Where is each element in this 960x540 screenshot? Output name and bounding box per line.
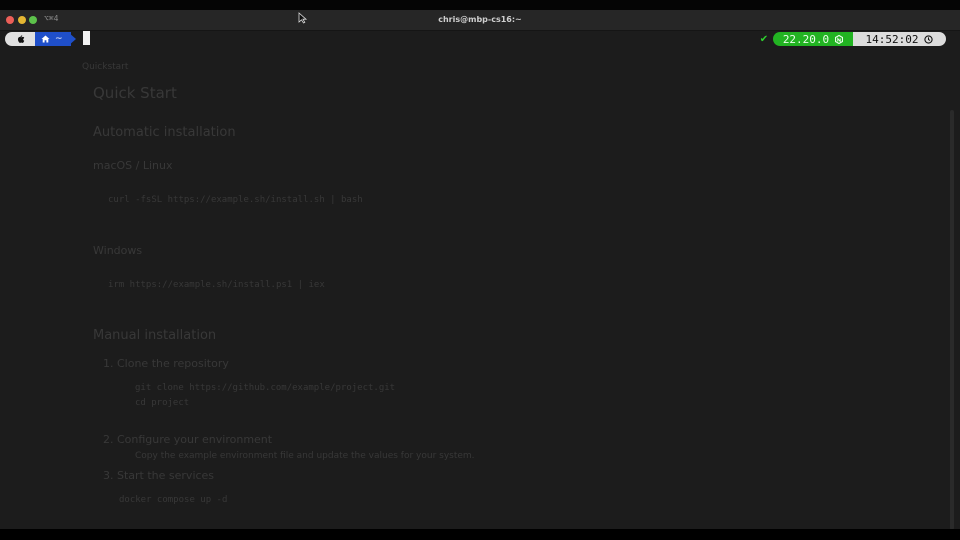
ghost-heading-win: Windows: [93, 244, 143, 257]
apple-icon: [17, 35, 24, 43]
ghost-heading-auto: Automatic installation: [93, 125, 236, 140]
success-check-icon: ✔: [759, 34, 769, 45]
os-segment: [5, 32, 35, 46]
ghost-step-2-a: Copy the example environment file and up…: [135, 451, 475, 461]
clock-icon: [924, 34, 934, 44]
directory-label: ~: [55, 34, 63, 44]
directory-segment: ~: [35, 32, 71, 46]
ghost-step-2: 2. Configure your environment: [103, 433, 273, 446]
segment-arrow: [68, 32, 76, 46]
node-version-segment: 22.20.0: [773, 32, 853, 46]
ghost-step-3-a: docker compose up -d: [119, 495, 228, 505]
title-bar[interactable]: ⌥⌘4 chris@mbp-cs16:~: [0, 10, 960, 31]
ghost-heading-mac: macOS / Linux: [93, 159, 173, 172]
clock-time: 14:52:02: [865, 32, 919, 46]
bottom-strip: [0, 529, 960, 540]
time-segment: 14:52:02: [853, 32, 946, 46]
ghost-cmd-win: irm https://example.sh/install.ps1 | iex: [108, 280, 325, 290]
prompt-line[interactable]: ~ ✔ 22.20.0 14:52:02: [0, 30, 960, 48]
window-title: chris@mbp-cs16:~: [438, 15, 522, 24]
ghost-title: Quick Start: [93, 84, 177, 102]
mouse-cursor-icon: [298, 12, 308, 24]
ghost-step-1: 1. Clone the repository: [103, 357, 229, 370]
ghost-step-3: 3. Start the services: [103, 469, 215, 482]
scrollbar[interactable]: [950, 110, 954, 529]
ghost-breadcrumb: Quickstart: [82, 62, 129, 72]
ghost-cmd-mac: curl -fsSL https://example.sh/install.sh…: [108, 195, 363, 205]
node-version: 22.20.0: [782, 32, 830, 46]
top-strip: [0, 0, 960, 10]
home-icon: [41, 35, 50, 43]
terminal-window[interactable]: ⌥⌘4 chris@mbp-cs16:~ ~ ✔ 22.20.0 14:52:0…: [0, 10, 960, 529]
ghost-step-1-b: cd project: [135, 398, 190, 408]
text-cursor[interactable]: [83, 31, 90, 45]
ghost-step-1-a: git clone https://github.com/example/pro…: [135, 383, 396, 393]
node-icon: [835, 34, 844, 44]
ghost-heading-manual: Manual installation: [93, 328, 217, 343]
ghost-overlay: Quickstart Quick Start Automatic install…: [0, 48, 960, 529]
